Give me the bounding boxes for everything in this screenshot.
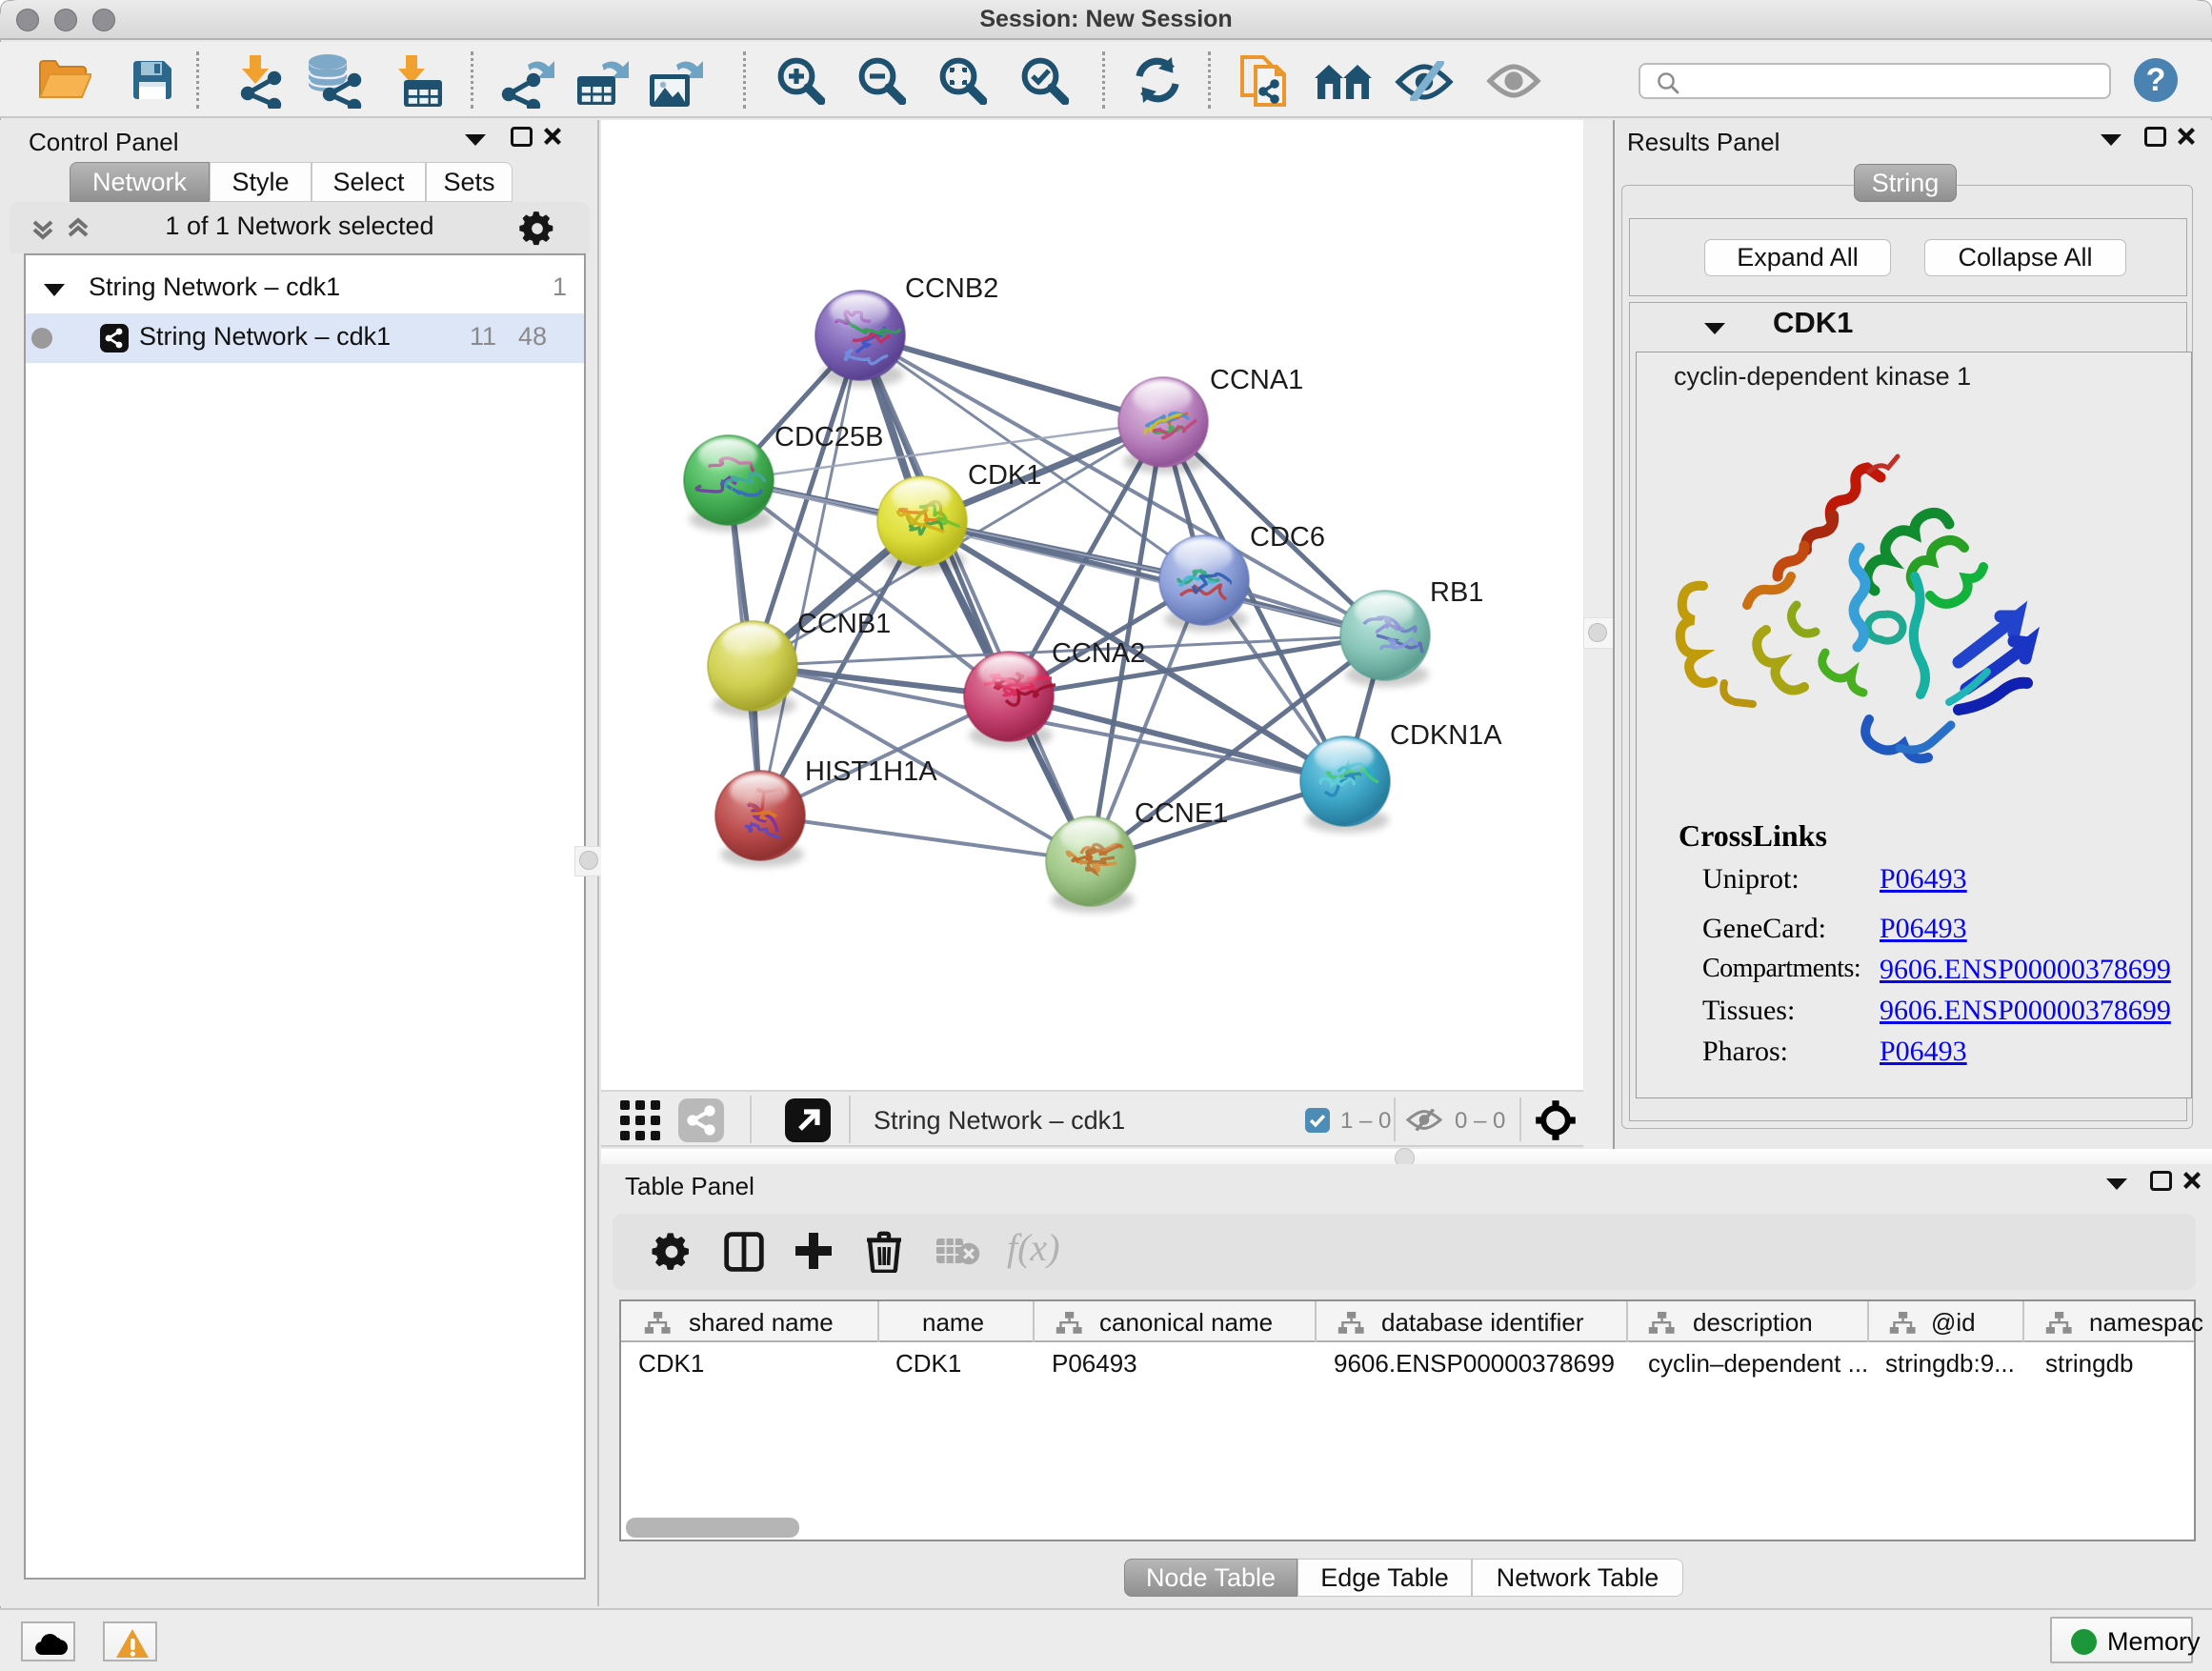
svg-text:CCNA1: CCNA1	[1210, 365, 1303, 395]
svg-text:RB1: RB1	[1430, 577, 1483, 608]
svg-text:CDK1: CDK1	[968, 460, 1041, 491]
svg-text:CDC6: CDC6	[1250, 522, 1325, 553]
svg-text:CDKN1A: CDKN1A	[1390, 720, 1502, 751]
svg-text:CCNB2: CCNB2	[905, 273, 998, 304]
svg-text:HIST1H1A: HIST1H1A	[805, 756, 937, 787]
svg-text:CDC25B: CDC25B	[774, 422, 883, 453]
svg-text:CCNB1: CCNB1	[797, 609, 891, 639]
svg-text:CCNE1: CCNE1	[1135, 798, 1228, 829]
svg-text:CCNA2: CCNA2	[1052, 638, 1145, 669]
